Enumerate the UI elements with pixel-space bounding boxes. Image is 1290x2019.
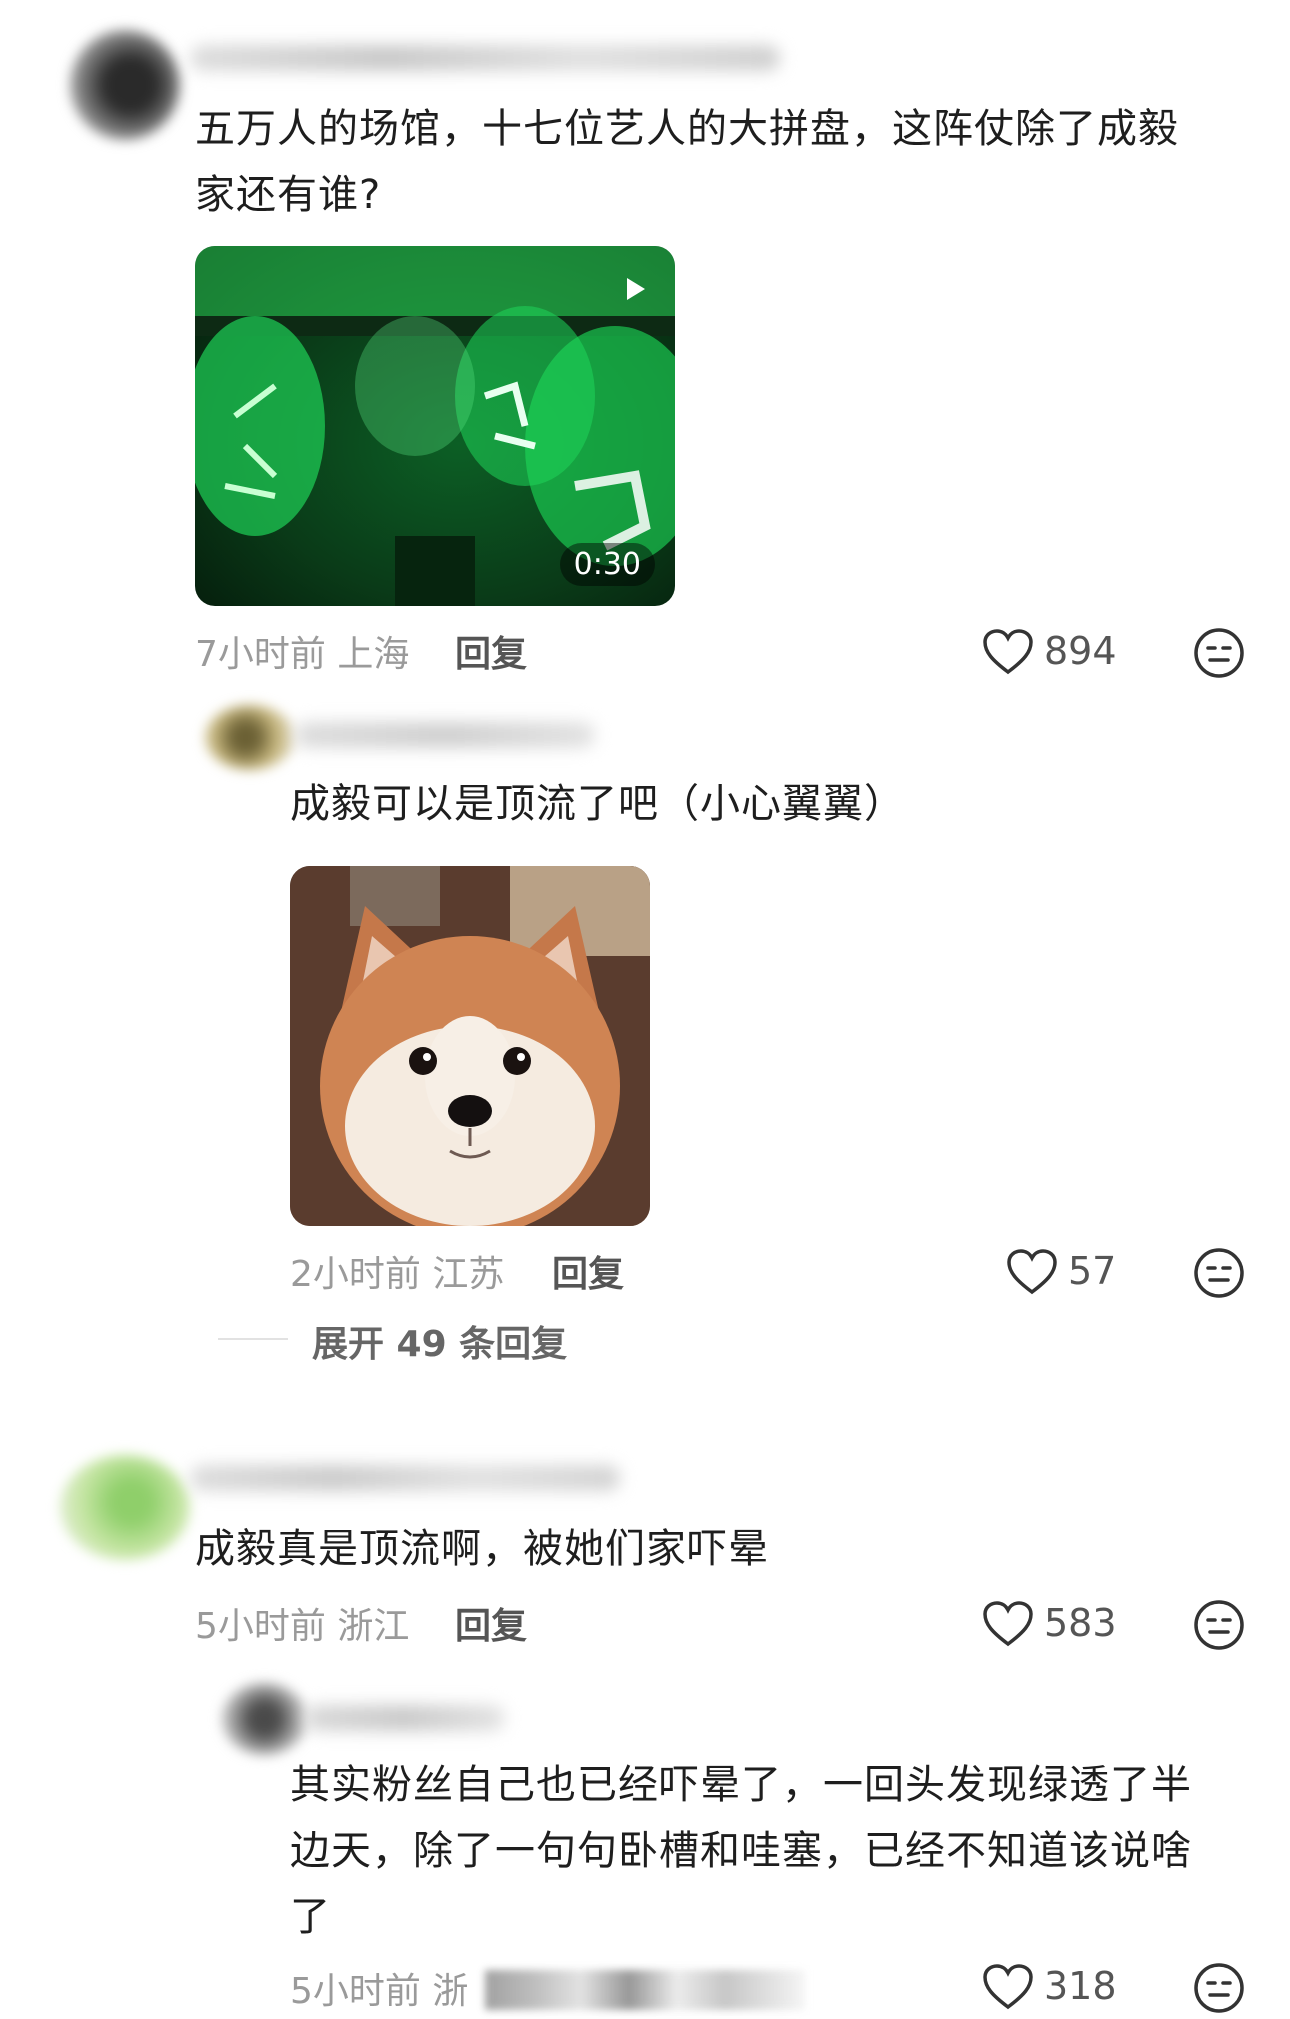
reply-meta: 2小时前 江苏 [290, 1245, 504, 1297]
reply-button[interactable]: 回复 [455, 625, 527, 677]
avatar[interactable] [60, 1455, 190, 1560]
reply-location: 浙 [432, 1971, 469, 2012]
reply-button[interactable]: 回复 [455, 1597, 527, 1649]
username-blurred[interactable] [190, 1465, 620, 1491]
like-count: 318 [1044, 1964, 1117, 2008]
play-icon[interactable] [627, 278, 645, 300]
shiba-dog-image[interactable] [290, 866, 650, 1226]
expand-divider [218, 1338, 288, 1340]
avatar[interactable] [205, 705, 295, 770]
comment-time: 7小时前 [195, 634, 326, 675]
heart-outline-icon[interactable] [982, 628, 1034, 676]
video-duration: 0:30 [559, 543, 655, 586]
neutral-face-icon[interactable] [1193, 1962, 1245, 2014]
username-blurred[interactable] [190, 45, 780, 71]
comment-text: 五万人的场馆，十七位艺人的大拼盘，这阵仗除了成毅家还有谁? [195, 106, 1179, 218]
reply-time: 5小时前 [290, 1971, 421, 2012]
reply-button[interactable]: 回复 [552, 1245, 624, 1297]
comment-location: 浙江 [337, 1606, 410, 1647]
comment-location: 上海 [337, 634, 410, 675]
heart-outline-icon[interactable] [1006, 1248, 1058, 1296]
avatar[interactable] [222, 1683, 307, 1755]
comment-time: 5小时前 [195, 1606, 326, 1647]
username-blurred[interactable] [305, 1705, 505, 1731]
reply-meta: 5小时前 浙 [290, 1962, 468, 2014]
expand-replies-button[interactable]: 展开 49 条回复 [312, 1315, 567, 1367]
reply-text: 成毅可以是顶流了吧（小心翼翼） [290, 781, 905, 827]
neutral-face-icon[interactable] [1193, 1247, 1245, 1299]
reply-text: 其实粉丝自己也已经吓晕了，一回头发现绿透了半边天，除了一句句卧槽和哇塞，已经不知… [290, 1762, 1192, 1940]
comment-meta: 5小时前 浙江 [195, 1597, 409, 1649]
like-count: 894 [1044, 629, 1117, 673]
blurred-overlay [485, 1970, 805, 2010]
reply-location: 江苏 [432, 1254, 505, 1295]
heart-outline-icon[interactable] [982, 1963, 1034, 2011]
comment-meta: 7小时前 上海 [195, 625, 409, 677]
neutral-face-icon[interactable] [1193, 1599, 1245, 1651]
reply-time: 2小时前 [290, 1254, 421, 1295]
heart-outline-icon[interactable] [982, 1600, 1034, 1648]
like-count: 57 [1068, 1249, 1117, 1293]
shiba-dog-illustration [290, 866, 650, 1226]
video-thumbnail[interactable]: 0:30 [195, 246, 675, 606]
comment-text: 成毅真是顶流啊，被她们家吓晕 [195, 1526, 769, 1572]
like-count: 583 [1044, 1601, 1117, 1645]
avatar[interactable] [70, 30, 180, 140]
neutral-face-icon[interactable] [1193, 627, 1245, 679]
username-blurred[interactable] [295, 722, 595, 748]
